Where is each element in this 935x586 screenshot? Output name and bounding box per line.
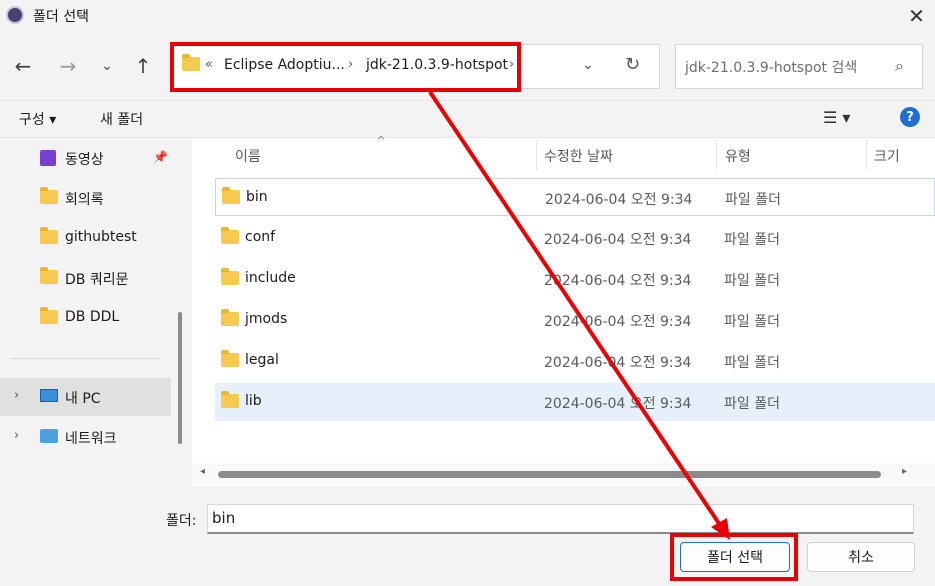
annotation-highlight-box <box>170 42 521 92</box>
folder-label: 폴더: <box>166 513 197 529</box>
file-name: lib <box>245 393 262 409</box>
file-name: include <box>245 270 296 286</box>
file-name: conf <box>245 229 276 245</box>
up-button[interactable]: ↑ <box>126 49 160 83</box>
column-divider[interactable] <box>536 140 537 170</box>
sidebar-item-db-ddl[interactable]: DB DDL <box>0 299 171 337</box>
file-name: jmods <box>245 311 288 327</box>
file-date: 2024-06-04 오전 9:34 <box>544 314 692 330</box>
folder-icon <box>40 187 58 204</box>
sort-ascending-icon: ^ <box>376 134 387 148</box>
chevron-down-icon[interactable]: ⌄ <box>582 57 594 73</box>
help-icon[interactable]: ? <box>900 107 920 127</box>
new-folder-button[interactable]: 새 폴더 <box>100 109 143 129</box>
forward-button[interactable]: → <box>51 49 85 83</box>
file-date: 2024-06-04 오전 9:34 <box>544 232 692 248</box>
window-title: 폴더 선택 <box>33 9 89 25</box>
folder-icon <box>221 227 239 244</box>
column-divider[interactable] <box>716 140 717 170</box>
sidebar-item-videos[interactable]: 동영상 📌 <box>0 139 171 177</box>
back-button[interactable]: ← <box>6 49 40 83</box>
cancel-button[interactable]: 취소 <box>807 542 915 572</box>
search-icon[interactable]: ⌕ <box>895 56 904 76</box>
file-type: 파일 폴더 <box>724 355 780 371</box>
sidebar-item-label: 네트워크 <box>65 431 117 447</box>
divider <box>0 100 935 101</box>
close-button[interactable]: ✕ <box>898 0 935 32</box>
file-row-lib[interactable]: lib 2024-06-04 오전 9:34 파일 폴더 <box>215 383 935 421</box>
file-row-bin[interactable]: bin 2024-06-04 오전 9:34 파일 폴더 <box>215 178 935 216</box>
scrollbar-thumb[interactable] <box>218 471 881 478</box>
folder-icon <box>221 350 239 367</box>
file-row-conf[interactable]: conf 2024-06-04 오전 9:34 파일 폴더 <box>215 219 935 257</box>
scrollbar[interactable] <box>178 312 182 444</box>
view-options-button[interactable]: ☰ ▾ <box>823 108 850 127</box>
search-input[interactable]: jdk-21.0.3.9-hotspot 검색 <box>685 57 857 77</box>
file-type: 파일 폴더 <box>724 232 780 248</box>
folder-name-input[interactable]: bin <box>207 504 914 534</box>
column-header-size[interactable]: 크기 <box>874 146 900 166</box>
file-row-include[interactable]: include 2024-06-04 오전 9:34 파일 폴더 <box>215 260 935 298</box>
file-date: 2024-06-04 오전 9:34 <box>544 396 692 412</box>
folder-icon <box>40 227 58 244</box>
folder-icon <box>221 268 239 285</box>
sidebar-item-label: 내 PC <box>65 391 101 407</box>
divider <box>10 358 160 359</box>
scroll-right-icon[interactable]: ▸ <box>902 466 907 477</box>
sidebar-item-network[interactable]: › 네트워크 <box>0 418 171 456</box>
sidebar-item-label: githubtest <box>65 229 137 245</box>
file-type: 파일 폴더 <box>724 314 780 330</box>
column-header-name[interactable]: 이름 <box>235 146 261 166</box>
folder-icon <box>221 391 239 408</box>
file-row-legal[interactable]: legal 2024-06-04 오전 9:34 파일 폴더 <box>215 342 935 380</box>
organize-button[interactable]: 구성 ▾ <box>19 109 56 129</box>
pc-icon <box>40 389 58 402</box>
file-type: 파일 폴더 <box>724 273 780 289</box>
folder-icon <box>221 309 239 326</box>
sidebar-item-githubtest[interactable]: githubtest <box>0 219 171 257</box>
column-header-date[interactable]: 수정한 날짜 <box>544 146 613 166</box>
sidebar-item-my-pc[interactable]: › 내 PC <box>0 378 171 416</box>
chevron-right-icon[interactable]: › <box>14 388 19 403</box>
file-name: legal <box>245 352 279 368</box>
folder-icon <box>40 307 58 324</box>
sidebar-item-label: DB DDL <box>65 309 120 325</box>
file-date: 2024-06-04 오전 9:34 <box>545 192 693 208</box>
refresh-icon[interactable]: ↻ <box>625 54 640 75</box>
folder-icon <box>40 267 58 284</box>
network-icon <box>40 429 58 443</box>
file-date: 2024-06-04 오전 9:34 <box>544 355 692 371</box>
file-row-jmods[interactable]: jmods 2024-06-04 오전 9:34 파일 폴더 <box>215 301 935 339</box>
video-icon <box>40 150 56 166</box>
column-header-type[interactable]: 유형 <box>725 146 751 166</box>
title-bar <box>0 0 935 32</box>
annotation-highlight-box <box>670 533 798 581</box>
sidebar-item-label: 회의록 <box>65 192 104 208</box>
pin-icon: 📌 <box>153 150 168 164</box>
recent-locations-button[interactable]: ⌄ <box>90 49 124 83</box>
sidebar-item-label: DB 쿼리문 <box>65 272 129 288</box>
folder-icon <box>222 187 240 204</box>
chevron-right-icon[interactable]: › <box>14 428 19 443</box>
app-icon <box>6 6 24 24</box>
file-type: 파일 폴더 <box>724 396 780 412</box>
file-type: 파일 폴더 <box>725 192 781 208</box>
sidebar-item-db-queries[interactable]: DB 쿼리문 <box>0 259 171 297</box>
file-date: 2024-06-04 오전 9:34 <box>544 273 692 289</box>
file-name: bin <box>246 189 268 205</box>
column-divider[interactable] <box>866 140 867 170</box>
sidebar-item-meeting-notes[interactable]: 회의록 <box>0 179 171 217</box>
sidebar-item-label: 동영상 <box>65 152 104 168</box>
scroll-left-icon[interactable]: ◂ <box>200 466 205 477</box>
